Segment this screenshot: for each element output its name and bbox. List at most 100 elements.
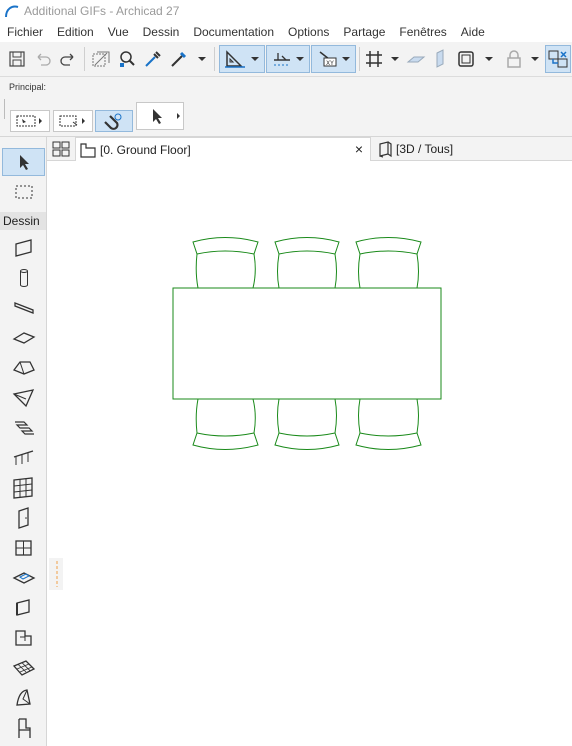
wall-end-tool[interactable]: [2, 594, 45, 622]
chevron-down-icon: [296, 57, 304, 61]
corner-window-icon: [14, 630, 32, 646]
wall-end-icon: [15, 599, 30, 616]
column-tool[interactable]: [2, 264, 45, 292]
object-tool[interactable]: [2, 714, 45, 742]
magnetic-cursor-button[interactable]: [95, 110, 133, 132]
menu-documentation[interactable]: Documentation: [186, 25, 281, 39]
toolbox: Dessin: [0, 137, 47, 746]
shell-icon: [12, 389, 34, 408]
tab-3d-view[interactable]: [3D / Tous]: [373, 137, 571, 161]
editing-plane-icon: [406, 56, 426, 63]
editing-plane-vertical-button[interactable]: [429, 45, 451, 73]
menu-vue[interactable]: Vue: [101, 25, 136, 39]
marquee-icon: [15, 185, 32, 199]
menu-aide[interactable]: Aide: [454, 25, 492, 39]
standard-toolbar: XY: [0, 42, 572, 77]
menu-dessin[interactable]: Dessin: [136, 25, 187, 39]
title-bar: Additional GIFs - Archicad 27: [0, 0, 572, 22]
marquee-method-button[interactable]: [53, 110, 93, 132]
chair[interactable]: [274, 398, 340, 450]
toolbar-separator: [84, 47, 85, 71]
snap-guides-button[interactable]: [266, 45, 310, 73]
toolbar-separator: [359, 47, 360, 71]
toolbox-section-dessin[interactable]: Dessin: [0, 212, 46, 230]
stair-tool[interactable]: [2, 414, 45, 442]
morph-tool[interactable]: [2, 684, 45, 712]
guide-lines-button[interactable]: [219, 45, 265, 73]
railing-icon: [13, 450, 33, 465]
window-tool[interactable]: [2, 534, 45, 562]
undo-button[interactable]: [31, 45, 55, 73]
grid-view-icon: [52, 141, 70, 157]
wall-icon: [14, 239, 32, 257]
lock-dropdown[interactable]: [527, 45, 543, 73]
menu-partage[interactable]: Partage: [336, 25, 392, 39]
tab-close-button[interactable]: ×: [355, 141, 363, 157]
chair[interactable]: [192, 398, 259, 450]
coordinates-button[interactable]: XY: [311, 45, 356, 73]
menu-options[interactable]: Options: [281, 25, 336, 39]
chevron-down-icon: [341, 57, 350, 61]
grid-snap-button[interactable]: [362, 45, 386, 73]
chair[interactable]: [355, 237, 422, 289]
beam-tool[interactable]: [2, 294, 45, 322]
lock-button[interactable]: [501, 45, 527, 73]
slab-tool[interactable]: [2, 324, 45, 352]
rectangle-select-icon: [16, 115, 42, 127]
chair[interactable]: [192, 237, 259, 289]
roof-tool[interactable]: [2, 354, 45, 382]
menu-edition[interactable]: Edition: [50, 25, 101, 39]
floor-plan-canvas[interactable]: [47, 161, 572, 746]
table[interactable]: [172, 287, 442, 400]
chevron-down-icon: [531, 57, 539, 61]
arrow-cursor-icon: [19, 155, 29, 170]
trace-button[interactable]: [89, 45, 113, 73]
drag-handle-icon: [56, 561, 58, 587]
wall-tool[interactable]: [2, 234, 45, 262]
roof-icon: [12, 361, 35, 375]
marquee-tool[interactable]: [2, 178, 45, 206]
layer-combo-dropdown[interactable]: [480, 45, 498, 73]
undo-icon: [37, 53, 51, 66]
floor-plan-drawing: [172, 237, 442, 450]
layers-icon: [458, 51, 474, 67]
corner-window-tool[interactable]: [2, 624, 45, 652]
skylight-icon: [12, 572, 35, 584]
trace-icon: [92, 51, 110, 67]
chair-object-icon: [17, 718, 31, 738]
curtain-wall-tool[interactable]: [2, 474, 45, 502]
syringe-dropdown[interactable]: [193, 45, 211, 73]
skylight-tool[interactable]: [2, 564, 45, 592]
chevron-down-icon: [391, 57, 399, 61]
redo-icon: [60, 53, 74, 66]
suspend-groups-button[interactable]: [545, 45, 571, 73]
editing-plane-button[interactable]: [404, 45, 428, 73]
chair[interactable]: [355, 398, 422, 450]
save-button[interactable]: [5, 45, 29, 73]
door-tool[interactable]: [2, 504, 45, 532]
window-title: Additional GIFs - Archicad 27: [24, 4, 180, 18]
redo-button[interactable]: [56, 45, 80, 73]
tab-ground-floor[interactable]: [0. Ground Floor] ×: [75, 137, 371, 162]
layer-combo-button[interactable]: [453, 45, 479, 73]
eyedropper-button[interactable]: [141, 45, 165, 73]
mesh-tool[interactable]: [2, 654, 45, 682]
syringe-button[interactable]: [167, 45, 191, 73]
arrow-tool[interactable]: [2, 148, 45, 176]
side-panel-handle[interactable]: [49, 558, 63, 590]
selection-method-button[interactable]: [10, 110, 50, 132]
chair[interactable]: [274, 237, 340, 289]
find-select-button[interactable]: [115, 45, 139, 73]
menu-fichier[interactable]: Fichier: [0, 25, 50, 39]
menu-fenetres[interactable]: Fenêtres: [392, 25, 453, 39]
arrow-tool-settings-button[interactable]: [136, 102, 184, 130]
railing-tool[interactable]: [2, 444, 45, 472]
arrow-cursor-icon: [153, 109, 180, 124]
grid-snap-dropdown[interactable]: [386, 45, 404, 73]
marquee-icon: [59, 115, 85, 127]
lock-icon: [507, 50, 521, 68]
tab-overview-button[interactable]: [48, 137, 74, 161]
infobox-divider: [4, 99, 5, 119]
find-select-icon: [120, 51, 135, 67]
shell-tool[interactable]: [2, 384, 45, 412]
